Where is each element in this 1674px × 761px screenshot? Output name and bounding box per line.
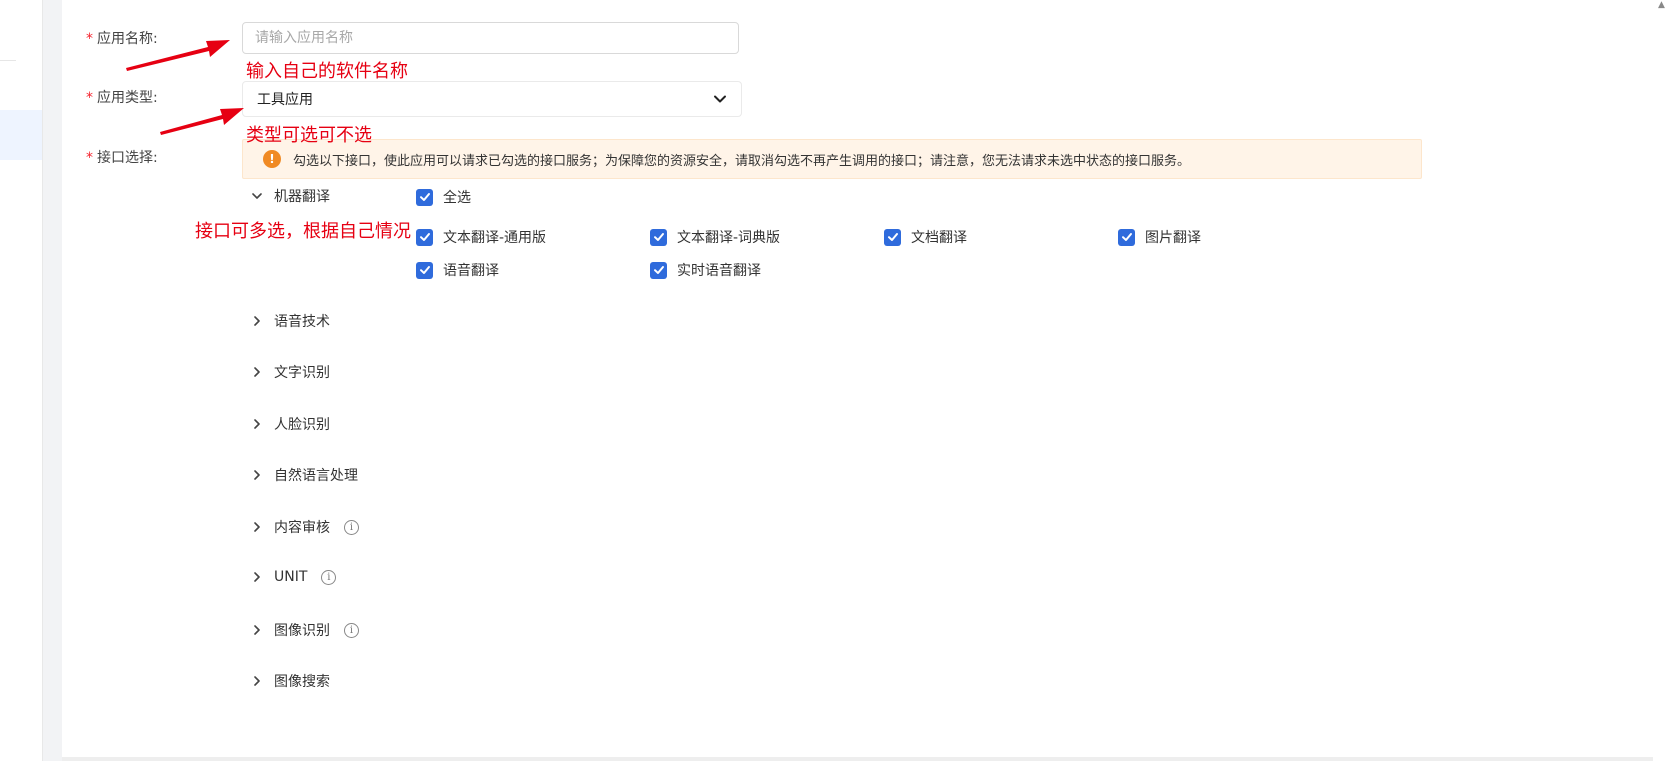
app-name-input[interactable]: [242, 22, 739, 54]
category-label: 语音技术: [274, 314, 330, 330]
select-all-checkbox[interactable]: 全选: [416, 187, 471, 207]
chevron-right-icon: [254, 625, 260, 635]
left-sidebar: [0, 0, 43, 761]
checkbox-label: 语音翻译: [443, 263, 499, 279]
checkbox-checked-icon[interactable]: [416, 228, 433, 246]
api-checkbox[interactable]: 语音翻译: [416, 260, 499, 280]
category-label: 图像识别: [274, 623, 330, 639]
chevron-right-icon: [254, 367, 260, 377]
checkbox-label: 实时语音翻译: [677, 263, 761, 279]
checkbox-checked-icon[interactable]: [416, 188, 433, 206]
category-label: 人脸识别: [274, 417, 330, 433]
category-content-review[interactable]: 内容审核 i: [250, 517, 359, 537]
checkbox-checked-icon[interactable]: [650, 261, 667, 279]
category-label: UNIT: [274, 569, 308, 585]
api-checkbox[interactable]: 文本翻译-通用版: [416, 227, 546, 247]
category-ocr[interactable]: 文字识别: [250, 362, 330, 382]
sidebar-active-item[interactable]: [0, 110, 42, 160]
api-select-label: * 接口选择:: [86, 150, 158, 166]
api-checkbox[interactable]: 图片翻译: [1118, 227, 1201, 247]
category-label: 自然语言处理: [274, 468, 358, 484]
category-unit[interactable]: UNIT i: [250, 569, 337, 585]
info-icon[interactable]: i: [344, 622, 359, 638]
checkbox-label: 文本翻译-词典版: [677, 230, 781, 246]
annotation-api: 接口可多选，根据自己情况: [195, 221, 411, 242]
alert-text: 勾选以下接口，使此应用可以请求已勾选的接口服务；为保障您的资源安全，请取消勾选不…: [293, 153, 1191, 169]
checkbox-label: 文本翻译-通用版: [443, 230, 547, 246]
sidebar-divider: [0, 60, 16, 61]
warning-icon: !: [263, 150, 281, 168]
chevron-down-icon: [252, 193, 262, 199]
checkbox-label: 全选: [443, 190, 471, 206]
chevron-right-icon: [254, 676, 260, 686]
checkbox-checked-icon[interactable]: [884, 228, 901, 246]
required-mark: *: [86, 90, 93, 106]
chevron-right-icon: [254, 522, 260, 532]
app-type-select[interactable]: 工具应用: [242, 81, 742, 117]
category-image-search[interactable]: 图像搜索: [250, 671, 330, 691]
checkbox-checked-icon[interactable]: [416, 261, 433, 279]
chevron-right-icon: [254, 419, 260, 429]
bottom-divider: [62, 757, 1653, 761]
annotation-type: 类型可选可不选: [246, 125, 372, 146]
required-mark: *: [86, 31, 93, 47]
scroll-up-icon[interactable]: ▲: [1658, 0, 1665, 10]
checkbox-label: 文档翻译: [911, 230, 967, 246]
chevron-right-icon: [254, 316, 260, 326]
chevron-right-icon: [254, 470, 260, 480]
annotation-name: 输入自己的软件名称: [246, 61, 408, 82]
category-label: 机器翻译: [274, 189, 330, 205]
checkbox-checked-icon[interactable]: [1118, 228, 1135, 246]
info-icon[interactable]: i: [321, 569, 337, 585]
api-checkbox[interactable]: 文本翻译-词典版: [650, 227, 780, 247]
category-machine-translation[interactable]: 机器翻译: [250, 186, 330, 206]
category-nlp[interactable]: 自然语言处理: [250, 465, 358, 485]
checkbox-label: 图片翻译: [1145, 230, 1201, 246]
category-face[interactable]: 人脸识别: [250, 414, 330, 434]
info-alert: ! 勾选以下接口，使此应用可以请求已勾选的接口服务；为保障您的资源安全，请取消勾…: [242, 139, 1422, 179]
app-type-value: 工具应用: [257, 92, 313, 108]
category-speech[interactable]: 语音技术: [250, 311, 330, 331]
scrollbar[interactable]: [1653, 0, 1674, 761]
app-name-label: * 应用名称:: [86, 31, 158, 47]
required-mark: *: [86, 150, 93, 166]
category-label: 文字识别: [274, 365, 330, 381]
api-checkbox[interactable]: 文档翻译: [884, 227, 967, 247]
category-label: 图像搜索: [274, 674, 330, 690]
info-icon[interactable]: i: [344, 519, 359, 535]
category-image-recognition[interactable]: 图像识别 i: [250, 620, 359, 640]
chevron-right-icon: [254, 572, 260, 582]
chevron-down-icon: [714, 95, 726, 103]
category-label: 内容审核: [274, 520, 330, 536]
checkbox-checked-icon[interactable]: [650, 228, 667, 246]
app-type-label: * 应用类型:: [86, 90, 158, 106]
api-checkbox[interactable]: 实时语音翻译: [650, 260, 761, 280]
